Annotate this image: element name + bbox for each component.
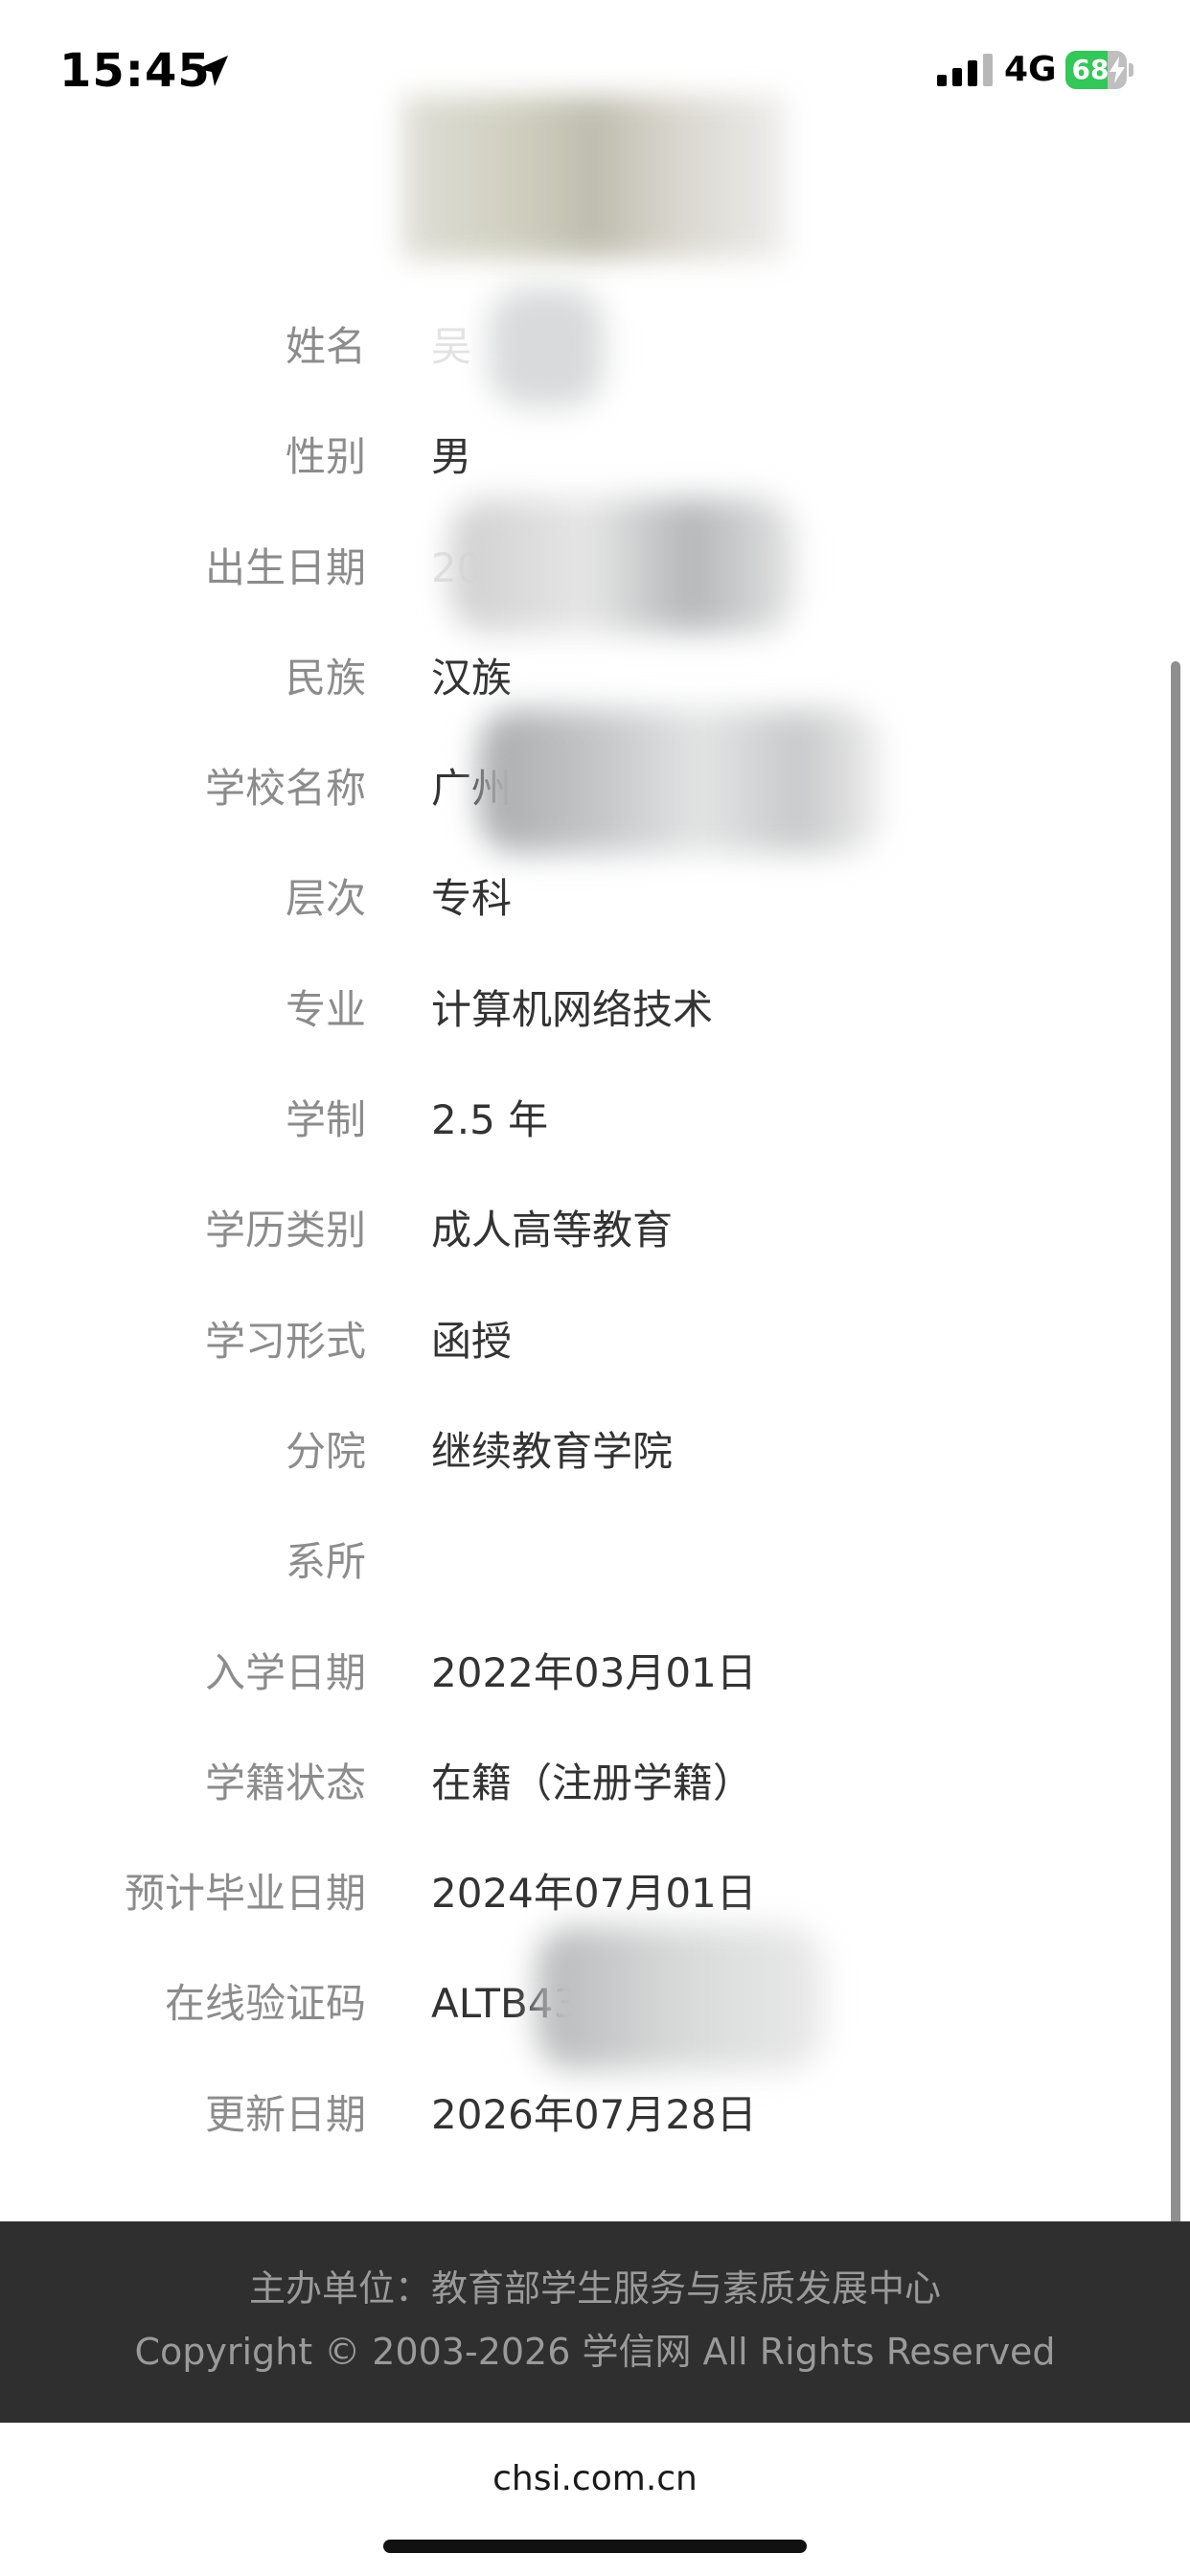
battery-icon: 68 — [1065, 51, 1133, 89]
info-value: 专科 — [431, 875, 513, 923]
info-row-gender: 性别 男 — [0, 407, 1190, 518]
info-value: 2.5 年 — [431, 1096, 549, 1144]
address-url[interactable]: chsi.com.cn — [0, 2455, 1190, 2503]
info-row-branch: 分院 继续教育学院 — [0, 1402, 1190, 1512]
info-row-duration: 学制 2.5 年 — [0, 1070, 1190, 1181]
battery-level: 68 — [1071, 54, 1110, 85]
info-row-enrollment-status: 学籍状态 在籍（注册学籍） — [0, 1734, 1190, 1844]
info-value: ALTB43 — [431, 1980, 580, 2028]
info-label: 专业 — [285, 985, 366, 1033]
footer-sponsor: 主办单位：教育部学生服务与素质发展中心 — [248, 2267, 941, 2310]
info-list: 姓名 吴 性别 男 出生日期 2000年 日 民族 汉族 学校名称 广州南 层次… — [0, 297, 1190, 2175]
info-label: 姓名 — [285, 323, 366, 370]
info-label: 分院 — [285, 1427, 366, 1475]
info-label: 学籍状态 — [204, 1759, 366, 1806]
info-label: 学历类别 — [204, 1207, 366, 1254]
info-label: 学制 — [285, 1096, 366, 1144]
info-label: 更新日期 — [204, 2090, 366, 2138]
info-row-school: 学校名称 广州南 — [0, 739, 1190, 849]
info-value: 2022年03月01日 — [431, 1648, 757, 1696]
info-row-level: 层次 专科 — [0, 849, 1190, 959]
info-label: 学校名称 — [204, 765, 366, 813]
info-label: 性别 — [285, 433, 366, 481]
info-row-name: 姓名 吴 — [0, 297, 1190, 407]
info-value: 吴 — [431, 323, 472, 370]
profile-photo — [402, 96, 786, 259]
info-row-study-form: 学习形式 函授 — [0, 1292, 1190, 1402]
info-label: 民族 — [285, 654, 366, 702]
info-value: 2000年 日 — [431, 543, 628, 591]
info-row-expected-graduation: 预计毕业日期 2024年07月01日 — [0, 1844, 1190, 1954]
battery-body: 68 — [1065, 51, 1127, 89]
info-row-verification-code: 在线验证码 ALTB43 — [0, 1954, 1190, 2064]
info-label: 在线验证码 — [164, 1980, 366, 2028]
info-label: 层次 — [285, 875, 366, 923]
info-row-update-date: 更新日期 2026年07月28日 — [0, 2065, 1190, 2175]
info-value: 2026年07月28日 — [431, 2090, 757, 2138]
info-value: 男 — [431, 433, 472, 481]
site-footer: 主办单位：教育部学生服务与素质发展中心 Copyright © 2003-202… — [0, 2221, 1190, 2423]
info-row-birth-date: 出生日期 2000年 日 — [0, 518, 1190, 629]
info-label: 预计毕业日期 — [124, 1870, 366, 1918]
info-row-department: 系所 — [0, 1512, 1190, 1622]
info-label: 入学日期 — [204, 1648, 366, 1696]
info-value: 继续教育学院 — [431, 1427, 674, 1475]
charging-bolt-icon — [1110, 57, 1125, 83]
info-label: 出生日期 — [204, 543, 366, 591]
info-row-degree-category: 学历类别 成人高等教育 — [0, 1181, 1190, 1291]
scrollbar[interactable] — [1171, 661, 1180, 2415]
info-value: 成人高等教育 — [431, 1207, 674, 1254]
screen: 15:45 4G 68 姓名 吴 性别 男 出生日期 2000年 日 民族 汉族… — [0, 0, 1190, 2576]
info-value: 汉族 — [431, 654, 513, 702]
info-value: 在籍（注册学籍） — [431, 1759, 754, 1806]
browser-address-bar[interactable]: chsi.com.cn — [0, 2423, 1190, 2576]
status-time: 15:45 — [59, 44, 211, 98]
info-label: 系所 — [285, 1538, 366, 1586]
network-type: 4G — [1004, 50, 1057, 89]
signal-icon — [937, 54, 993, 86]
info-row-ethnicity: 民族 汉族 — [0, 629, 1190, 739]
info-value: 计算机网络技术 — [431, 985, 714, 1033]
info-value: 2024年07月01日 — [431, 1870, 757, 1918]
info-label: 学习形式 — [204, 1317, 366, 1365]
info-value: 函授 — [431, 1317, 513, 1365]
home-indicator[interactable] — [383, 2540, 807, 2553]
battery-cap — [1129, 63, 1133, 77]
info-value: 广州南 — [431, 765, 553, 813]
info-row-major: 专业 计算机网络技术 — [0, 960, 1190, 1070]
location-arrow-icon — [197, 56, 228, 86]
info-row-enrollment-date: 入学日期 2022年03月01日 — [0, 1623, 1190, 1734]
footer-copyright: Copyright © 2003-2026 学信网 All Rights Res… — [134, 2331, 1056, 2373]
